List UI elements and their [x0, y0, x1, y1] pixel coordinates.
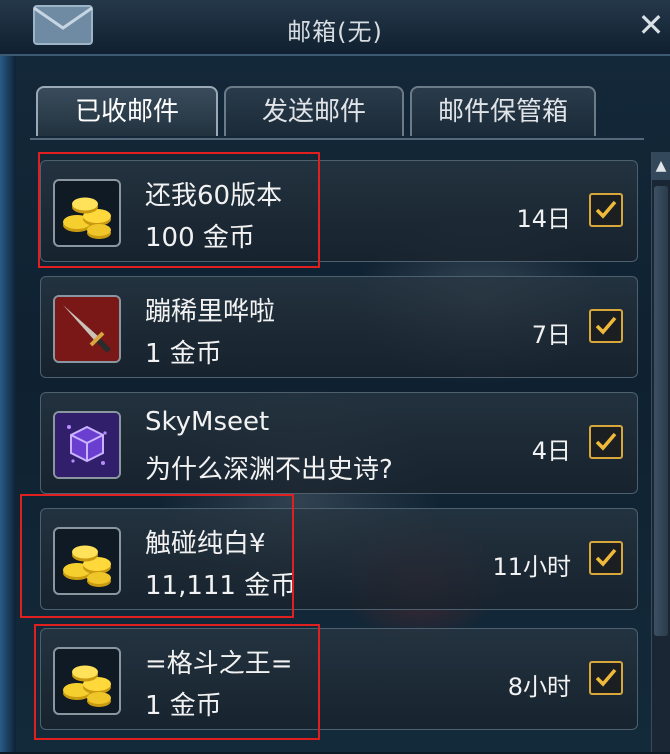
mail-checkbox[interactable]: [589, 309, 623, 343]
tab-storage[interactable]: 邮件保管箱: [410, 86, 596, 136]
tab-sent[interactable]: 发送邮件: [224, 86, 404, 136]
mail-sender: =格斗之王=: [145, 649, 293, 679]
mail-tabs: 已收邮件 发送邮件 邮件保管箱: [36, 86, 636, 136]
mail-content: 为什么深渊不出史诗?: [145, 455, 393, 485]
checkmark-icon: [595, 316, 617, 335]
mail-time: 4日: [531, 437, 571, 465]
title-bar[interactable]: 邮箱(无) ✕: [0, 0, 670, 56]
window-title: 邮箱(无): [287, 18, 383, 46]
mail-checkbox[interactable]: [589, 193, 623, 227]
checkmark-icon: [595, 548, 617, 567]
mail-checkbox[interactable]: [589, 661, 623, 695]
mail-row-5[interactable]: =格斗之王= 1 金币 8小时: [40, 628, 638, 730]
mail-row-1[interactable]: 还我60版本 100 金币 14日: [40, 160, 638, 262]
checkmark-icon: [595, 668, 617, 687]
mail-row-4[interactable]: 触碰纯白¥ 11,111 金币 11小时: [40, 508, 638, 610]
mail-time: 8小时: [507, 673, 571, 701]
tab-received[interactable]: 已收邮件: [36, 86, 218, 136]
mail-time: 7日: [531, 321, 571, 349]
left-edge-decoration: [0, 0, 16, 752]
scrollbar[interactable]: ▲: [651, 152, 670, 752]
mail-content: 1 金币: [145, 339, 222, 369]
checkmark-icon: [595, 432, 617, 451]
checkmark-icon: [595, 200, 617, 219]
mail-content: 100 金币: [145, 223, 255, 253]
mail-sender: 触碰纯白¥: [145, 529, 266, 559]
mail-sender: SkyMseet: [145, 407, 270, 437]
mail-content: 11,111 金币: [145, 571, 297, 601]
mail-content: 1 金币: [145, 691, 222, 721]
mail-row-3[interactable]: SkyMseet 为什么深渊不出史诗? 4日: [40, 392, 638, 494]
gold-coins-icon: [53, 647, 121, 715]
scroll-up-arrow-icon[interactable]: ▲: [652, 152, 670, 180]
gold-coins-icon: [53, 179, 121, 247]
close-button[interactable]: ✕: [636, 8, 666, 42]
mail-checkbox[interactable]: [589, 425, 623, 459]
dagger-icon: [53, 295, 121, 363]
mail-checkbox[interactable]: [589, 541, 623, 575]
gold-coins-icon: [53, 527, 121, 595]
mail-sender: 还我60版本: [145, 181, 283, 211]
scroll-thumb[interactable]: [654, 186, 668, 636]
mail-sender: 蹦稀里哗啦: [145, 297, 276, 327]
mail-time: 11小时: [492, 553, 571, 581]
mail-row-2[interactable]: 蹦稀里哗啦 1 金币 7日: [40, 276, 638, 378]
purple-cube-icon: [53, 411, 121, 479]
mail-time: 14日: [516, 205, 571, 233]
